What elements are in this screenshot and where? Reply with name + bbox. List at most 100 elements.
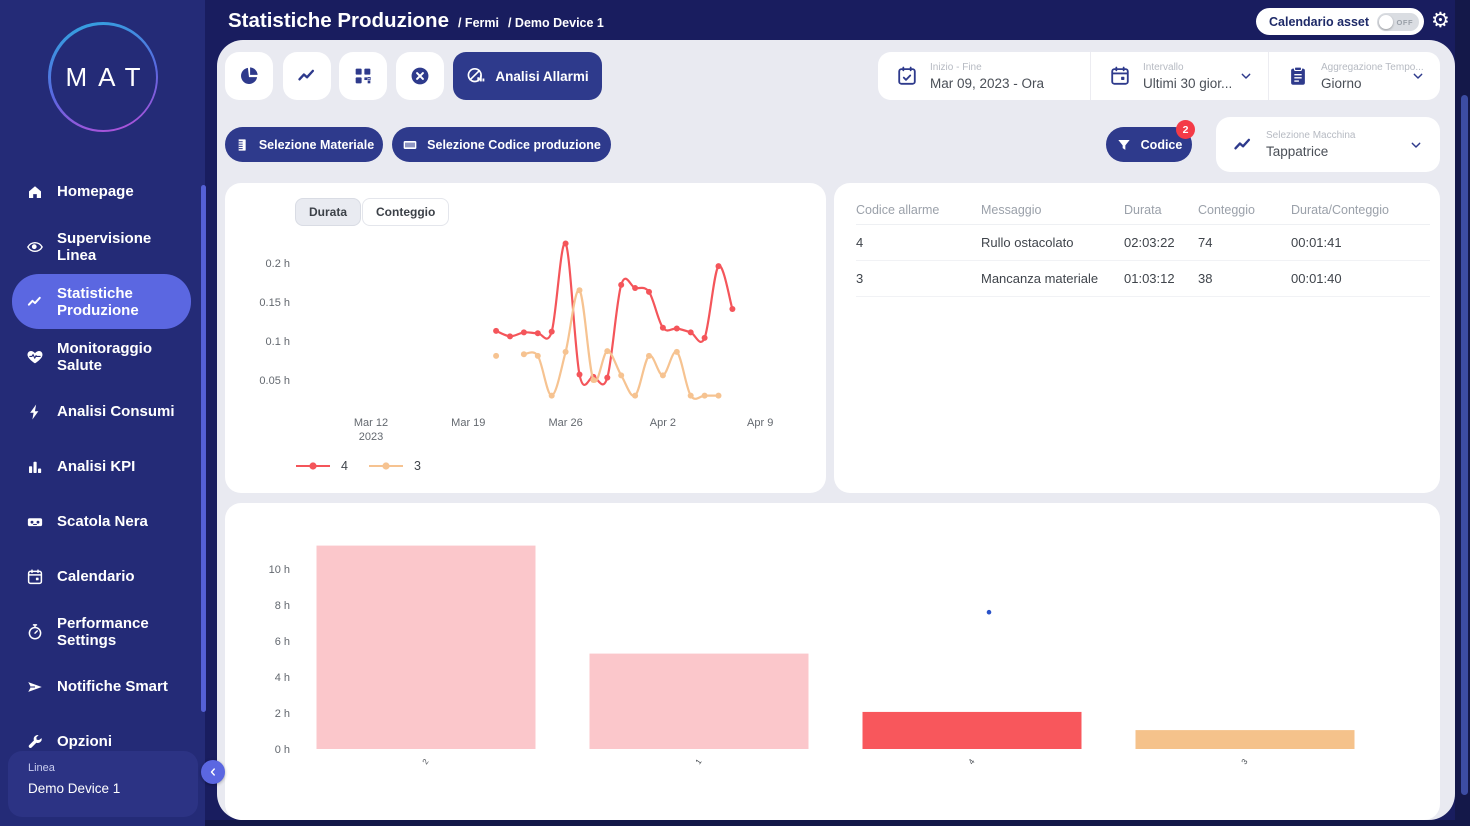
blackbox-icon [26, 513, 44, 531]
sidebar-item-notifiche-smart[interactable]: Notifiche Smart [0, 659, 205, 714]
page-bottom-edge [205, 820, 1470, 826]
table-cell: 02:03:22 [1124, 235, 1198, 250]
line-chart-legend: 43 [295, 459, 421, 473]
funnel-icon [1116, 137, 1132, 153]
selezione-codice-produzione-button[interactable]: Selezione Codice produzione [392, 127, 611, 162]
sidebar-item-homepage[interactable]: Homepage [0, 164, 205, 219]
legend-label: 4 [341, 459, 348, 473]
sidebar-collapse-button[interactable] [201, 760, 225, 784]
sidebar-item-label: Opzioni [57, 733, 193, 750]
alarm-table-card: Codice allarmeMessaggioDurataConteggioDu… [834, 183, 1440, 493]
calendario-asset-label: Calendario asset [1269, 15, 1369, 29]
settings-gear-icon[interactable]: ⚙ [1431, 8, 1450, 33]
sidebar-item-calendario[interactable]: Calendario [0, 549, 205, 604]
calendario-asset-toggle[interactable]: Calendario asset OFF [1256, 8, 1424, 35]
svg-text:Mar 19: Mar 19 [451, 417, 485, 429]
sidebar-item-label: Statistiche Produzione [57, 285, 191, 319]
trend-line-icon [296, 65, 318, 87]
eye-icon [26, 238, 44, 256]
svg-text:0 h: 0 h [275, 744, 290, 756]
legend-item-series-4[interactable]: 4 [295, 459, 348, 473]
table-cell: 74 [1198, 235, 1291, 250]
alarm-duration-line-chart-card: Durata Conteggio 0.05 h0.1 h0.15 h0.2 hM… [225, 183, 826, 493]
sidebar-scrollbar[interactable] [201, 185, 206, 712]
clipboard-icon [1287, 65, 1309, 87]
svg-text:2: 2 [421, 757, 431, 766]
material-icon [234, 137, 250, 153]
sidebar-item-label: Homepage [57, 183, 193, 200]
sidebar-item-analisi-kpi[interactable]: Analisi KPI [0, 439, 205, 494]
column-header-messaggio: Messaggio [981, 203, 1124, 217]
sidebar-item-monitoraggio-salute[interactable]: Monitoraggio Salute [0, 329, 205, 384]
legend-marker [295, 460, 331, 472]
svg-text:2023: 2023 [359, 431, 383, 443]
device-selector[interactable]: Linea Demo Device 1 [8, 751, 198, 817]
chevron-left-icon [207, 766, 219, 778]
sidebar-item-label: Scatola Nera [57, 513, 193, 530]
legend-marker [368, 460, 404, 472]
svg-text:0.05 h: 0.05 h [259, 375, 290, 387]
sidebar-item-analisi-consumi[interactable]: Analisi Consumi [0, 384, 205, 439]
svg-text:0.1 h: 0.1 h [266, 336, 290, 348]
svg-text:Mar 12: Mar 12 [354, 417, 388, 429]
table-row-alarm-3[interactable]: 3Mancanza materiale01:03:123800:01:40 [856, 261, 1430, 297]
svg-text:0.15 h: 0.15 h [259, 297, 290, 309]
sidebar-item-performance-settings[interactable]: Performance Settings [0, 604, 205, 659]
trend-line-view-button[interactable] [283, 52, 331, 100]
svg-text:2 h: 2 h [275, 708, 290, 720]
selezione-materiale-button[interactable]: Selezione Materiale [225, 127, 383, 162]
aggregation-selector[interactable]: Aggregazione Tempo... Giorno [1268, 52, 1440, 100]
sidebar-item-label: Supervisione Linea [57, 230, 193, 264]
breadcrumb-item[interactable]: / Fermi [458, 16, 499, 30]
pie-chart-view-button[interactable] [225, 52, 273, 100]
svg-text:3: 3 [1240, 757, 1250, 766]
sidebar-item-scatola-nera[interactable]: Scatola Nera [0, 494, 205, 549]
bolt-icon [26, 403, 44, 421]
table-cell: 3 [856, 271, 981, 286]
legend-item-series-3[interactable]: 3 [368, 459, 421, 473]
durata-line-chart: 0.05 h0.1 h0.15 h0.2 hMar 122023Mar 19Ma… [225, 183, 826, 493]
app-logo-text: MAT [55, 62, 152, 93]
table-row-alarm-4[interactable]: 4Rullo ostacolato02:03:227400:01:41 [856, 225, 1430, 261]
grid-view-button[interactable] [339, 52, 387, 100]
page-scrollbar[interactable] [1461, 95, 1468, 795]
table-cell: 00:01:40 [1291, 271, 1430, 286]
sidebar-item-supervisione-linea[interactable]: Supervisione Linea [0, 219, 205, 274]
sidebar-item-label: Notifiche Smart [57, 678, 193, 695]
calendar-check-icon [896, 65, 918, 87]
page-header: Statistiche Produzione / Fermi / Demo Dev… [228, 9, 604, 33]
page-title: Statistiche Produzione [228, 9, 449, 33]
table-cell: 01:03:12 [1124, 271, 1198, 286]
svg-text:8 h: 8 h [275, 600, 290, 612]
interval-selector[interactable]: Intervallo Ultimi 30 gior... [1090, 52, 1268, 100]
table-cell: Mancanza materiale [981, 271, 1124, 286]
x-circle-view-button[interactable] [396, 52, 444, 100]
kpi-bars-icon [26, 458, 44, 476]
device-selector-value: Demo Device 1 [28, 781, 198, 796]
date-range-selector[interactable]: Inizio - Fine Mar 09, 2023 - Ora [878, 52, 1090, 100]
sidebar: MAT Homepage Supervisione Linea Statistich… [0, 0, 205, 826]
sidebar-item-label: Analisi KPI [57, 458, 193, 475]
selezione-macchina-selector[interactable]: Selezione Macchina Tappatrice [1216, 117, 1440, 172]
breadcrumb: / Fermi / Demo Device 1 [449, 14, 604, 32]
barcode-icon [402, 137, 418, 153]
analisi-allarmi-button[interactable]: Analisi Allarmi [453, 52, 602, 100]
app-logo: MAT [48, 22, 158, 132]
trend-line-icon [1232, 134, 1254, 156]
alarm-analysis-icon [466, 66, 486, 86]
switch-state-label: OFF [1397, 18, 1414, 27]
home-icon [26, 183, 44, 201]
svg-text:Apr 9: Apr 9 [747, 417, 773, 429]
chevron-down-icon [1408, 137, 1424, 153]
sidebar-item-label: Calendario [57, 568, 193, 585]
svg-text:Apr 2: Apr 2 [650, 417, 676, 429]
svg-text:4: 4 [967, 757, 977, 766]
stopwatch-icon [26, 623, 44, 641]
sidebar-nav: Homepage Supervisione Linea Statistiche Pr… [0, 164, 205, 769]
x-circle-icon [409, 65, 431, 87]
sidebar-item-statistiche-produzione[interactable]: Statistiche Produzione [12, 274, 191, 329]
svg-text:1: 1 [694, 757, 704, 766]
asset-calendar-switch[interactable]: OFF [1377, 13, 1419, 31]
breadcrumb-item[interactable]: / Demo Device 1 [508, 16, 604, 30]
column-header-codice-allarme: Codice allarme [856, 203, 981, 217]
